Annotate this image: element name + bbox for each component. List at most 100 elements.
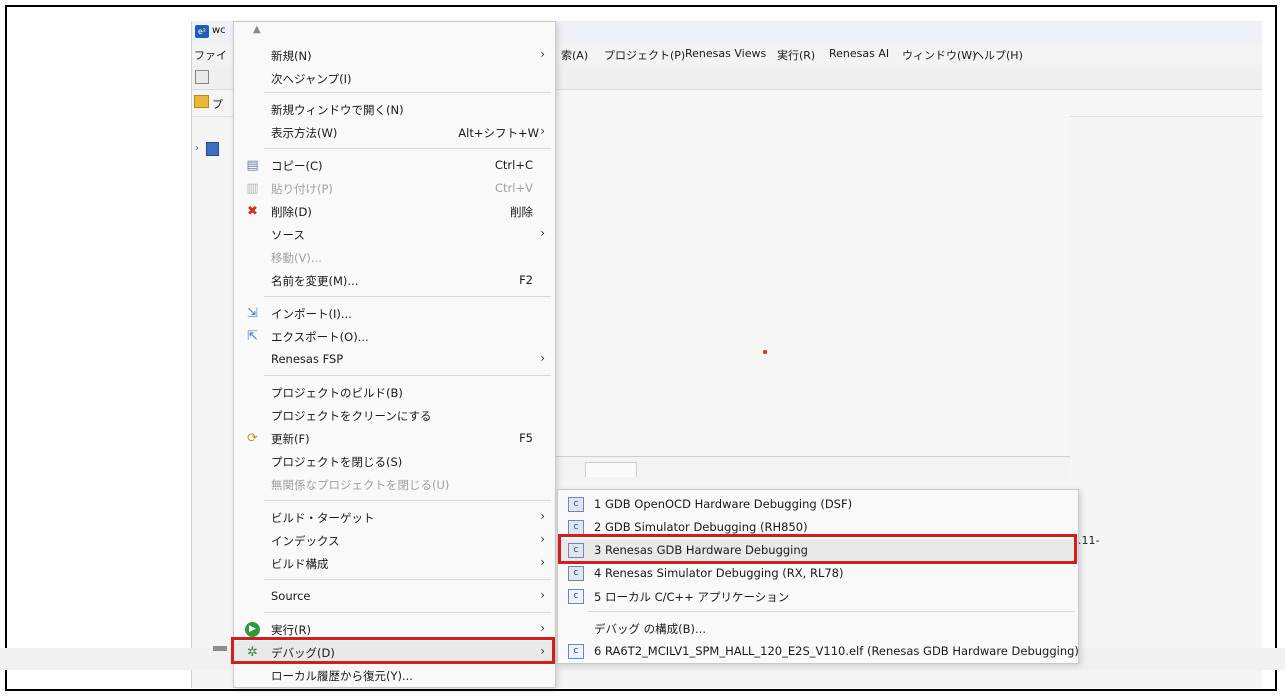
menu-project[interactable]: プロジェクト(P): [604, 47, 685, 63]
menu-item-restore-from-local-history[interactable]: ローカル履歴から復元(Y)...: [234, 664, 555, 687]
c-launch-icon: C: [568, 566, 584, 581]
paste-icon: ▥: [246, 181, 259, 196]
menu-item-label: 表示方法(W): [271, 126, 338, 140]
window-title: wc: [212, 25, 226, 36]
menu-item-new[interactable]: 新規(N) ›: [234, 44, 555, 67]
run-icon: ▶: [245, 622, 260, 637]
context-menu: ▲ 新規(N) › 次へジャンプ(I) 新規ウィンドウで開く(N) 表示方法(W)…: [233, 21, 556, 688]
submenu-item-local-cpp-app[interactable]: C 5 ローカル C/C++ アプリケーション: [558, 585, 1078, 608]
submenu-item-debug-configurations[interactable]: デバッグ の構成(B)...: [558, 617, 1078, 640]
menu-window[interactable]: ウィンドウ(W): [902, 47, 976, 63]
save-icon[interactable]: [195, 70, 209, 84]
menu-item-open-in-new-window[interactable]: 新規ウィンドウで開く(N): [234, 98, 555, 121]
menu-item-build-configurations[interactable]: ビルド構成 ›: [234, 552, 555, 575]
menu-item-index[interactable]: インデックス ›: [234, 529, 555, 552]
menu-separator: [264, 579, 551, 580]
menu-item-label: ソース: [271, 228, 305, 242]
refresh-icon: ⟳: [247, 431, 258, 446]
project-explorer-tab[interactable]: プ: [212, 96, 223, 112]
debug-submenu: C1 GDB OpenOCD Hardware Debugging (DSF) …: [557, 489, 1079, 664]
menu-item-label: プロジェクトのビルド(B): [271, 386, 403, 400]
menu-item-label: Source: [271, 589, 311, 603]
submenu-item-recent-elf[interactable]: C 6 RA6T2_MCILV1_SPM_HALL_120_E2S_V110.el…: [558, 640, 1079, 663]
menu-item-paste[interactable]: ▥ 貼り付け(P) Ctrl+V: [234, 177, 555, 200]
submenu-arrow-icon: ›: [540, 509, 545, 523]
menu-separator: [264, 148, 551, 149]
project-tree-item-icon[interactable]: [206, 142, 219, 156]
bottom-panel-tab[interactable]: [585, 462, 637, 477]
menu-item-label: 名前を変更(M)...: [271, 274, 359, 288]
menu-item-rename[interactable]: 名前を変更(M)... F2: [234, 269, 555, 292]
resize-grip[interactable]: [213, 646, 227, 651]
submenu-item-renesas-simulator[interactable]: C 4 Renesas Simulator Debugging (RX, RL78…: [558, 562, 1078, 585]
menu-item-shortcut: F5: [519, 431, 533, 445]
menu-item-move[interactable]: 移動(V)...: [234, 246, 555, 269]
menu-item-shortcut: 削除: [510, 205, 533, 219]
menu-item-renesas-fsp[interactable]: Renesas FSP ›: [234, 348, 555, 371]
console-output-text: .11-: [1078, 534, 1100, 547]
submenu-item-label: 1 GDB OpenOCD Hardware Debugging (DSF): [594, 497, 853, 511]
submenu-item-label: 5 ローカル C/C++ アプリケーション: [594, 590, 790, 604]
menu-item-close-unrelated-projects[interactable]: 無関係なプロジェクトを閉じる(U): [234, 473, 555, 496]
menu-item-label: ビルド・ターゲット: [271, 511, 375, 525]
menu-item-source-en[interactable]: Source ›: [234, 585, 555, 608]
menu-item-copy[interactable]: ▤ コピー(C) Ctrl+C: [234, 154, 555, 177]
menu-item-go-into[interactable]: 次へジャンプ(I): [234, 67, 555, 90]
menu-separator: [264, 612, 551, 613]
c-launch-icon: C: [568, 520, 584, 535]
menu-item-shortcut: Ctrl+V: [495, 181, 533, 195]
menu-item-label: ビルド構成: [271, 557, 329, 571]
menu-item-build-project[interactable]: プロジェクトのビルド(B): [234, 381, 555, 404]
export-icon: ⇱: [247, 329, 258, 344]
submenu-arrow-icon: ›: [540, 47, 545, 61]
submenu-item-openocd[interactable]: C 1 GDB OpenOCD Hardware Debugging (DSF): [558, 493, 1078, 516]
project-explorer-icon: [194, 95, 209, 108]
menu-file[interactable]: ファイ: [194, 47, 227, 63]
menu-item-export[interactable]: ⇱ エクスポート(O)...: [234, 325, 555, 348]
menu-item-clean-project[interactable]: プロジェクトをクリーンにする: [234, 404, 555, 427]
submenu-arrow-icon: ›: [540, 226, 545, 240]
menu-item-label: インデックス: [271, 534, 340, 548]
menu-item-shortcut: Ctrl+C: [494, 158, 533, 172]
menu-renesas-ai[interactable]: Renesas AI: [829, 47, 889, 60]
menu-renesas-views[interactable]: Renesas Views: [685, 47, 766, 60]
menu-separator: [264, 296, 551, 297]
menu-item-label: 無関係なプロジェクトを閉じる(U): [271, 478, 450, 492]
submenu-arrow-icon: ›: [540, 588, 545, 602]
c-app-icon: C: [568, 589, 584, 604]
menu-item-label: 移動(V)...: [271, 251, 322, 265]
copy-icon: ▤: [246, 158, 259, 173]
menu-separator: [264, 500, 551, 501]
submenu-item-label: 2 GDB Simulator Debugging (RH850): [594, 520, 808, 534]
chevron-right-icon[interactable]: ›: [195, 143, 199, 154]
submenu-arrow-icon: ›: [540, 555, 545, 569]
submenu-arrow-icon: ›: [540, 532, 545, 546]
menu-item-label: 新規ウィンドウで開く(N): [271, 103, 404, 117]
submenu-arrow-icon: ›: [540, 124, 545, 138]
menu-item-close-project[interactable]: プロジェクトを閉じる(S): [234, 450, 555, 473]
menu-item-source[interactable]: ソース ›: [234, 223, 555, 246]
import-icon: ⇲: [247, 306, 258, 321]
menu-item-label: 貼り付け(P): [271, 182, 333, 196]
menu-item-import[interactable]: ⇲ インポート(I)...: [234, 302, 555, 325]
delete-icon: ✖: [247, 204, 258, 219]
menu-item-label: 新規(N): [271, 49, 312, 63]
menu-help[interactable]: ヘルプ(H): [973, 47, 1023, 63]
menu-run[interactable]: 実行(R): [777, 47, 815, 63]
menu-item-label: 削除(D): [271, 205, 312, 219]
menu-search[interactable]: 索(A): [561, 47, 588, 63]
menu-item-build-targets[interactable]: ビルド・ターゲット ›: [234, 506, 555, 529]
menu-item-refresh[interactable]: ⟳ 更新(F) F5: [234, 427, 555, 450]
menu-item-label: エクスポート(O)...: [271, 330, 369, 344]
app-icon: e²: [195, 25, 209, 38]
scroll-up-icon[interactable]: ▲: [253, 24, 261, 35]
submenu-item-label: 4 Renesas Simulator Debugging (RX, RL78): [594, 566, 844, 580]
menu-item-label: ローカル履歴から復元(Y)...: [271, 669, 413, 683]
menu-item-label: プロジェクトを閉じる(S): [271, 455, 403, 469]
menu-item-delete[interactable]: ✖ 削除(D) 削除: [234, 200, 555, 223]
c-app-icon: C: [568, 644, 584, 659]
menu-item-show-in[interactable]: 表示方法(W) Alt+シフト+W ›: [234, 121, 555, 144]
highlight-debug-menu-item: [231, 637, 555, 664]
menu-separator: [264, 375, 551, 376]
menu-item-label: 実行(R): [271, 623, 311, 637]
